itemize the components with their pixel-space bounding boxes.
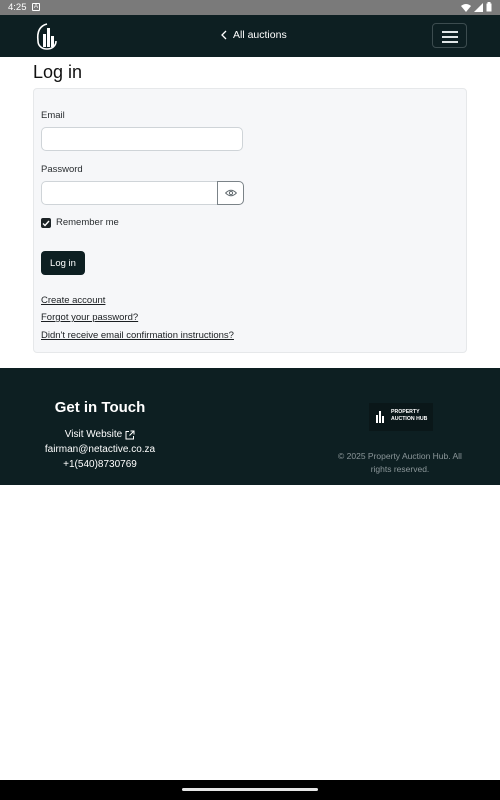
home-gesture-handle[interactable]: [182, 788, 318, 791]
footer-email[interactable]: fairman@netactive.co.za: [0, 444, 200, 455]
brand-line-2: AUCTION HUB: [391, 416, 428, 422]
brand-text: PROPERTY AUCTION HUB: [391, 409, 427, 423]
footer-heading: Get in Touch: [54, 399, 146, 416]
status-icons: [461, 2, 492, 12]
logo-icon: [376, 411, 384, 423]
brand-line-1: PROPERTY: [391, 409, 420, 415]
system-navigation-bar: [0, 780, 500, 800]
hamburger-icon-line: [442, 41, 458, 43]
copyright-text: © 2025 Property Auction Hub. All rights …: [330, 450, 470, 476]
copyright-line-1: © 2025 Property Auction Hub. All: [338, 451, 462, 461]
remember-me-label[interactable]: Remember me: [56, 217, 119, 228]
battery-icon: [486, 2, 492, 12]
remember-me-checkbox[interactable]: [41, 218, 51, 228]
notification-icon: A: [32, 3, 40, 11]
all-auctions-label: All auctions: [233, 29, 287, 41]
toggle-password-button[interactable]: [217, 181, 244, 205]
wifi-icon: [461, 3, 471, 12]
all-auctions-link[interactable]: All auctions: [221, 29, 287, 41]
checkmark-icon: [42, 220, 50, 227]
visit-website-link[interactable]: Visit Website: [0, 429, 200, 440]
email-field[interactable]: [41, 127, 243, 151]
visit-website-label: Visit Website: [64, 429, 123, 440]
footer-brand-logo: PROPERTY AUCTION HUB: [369, 403, 433, 431]
cellular-icon: [474, 2, 483, 12]
system-status-bar: 4:25 A: [0, 0, 500, 15]
eye-icon: [224, 189, 237, 197]
email-label: Email: [41, 110, 65, 121]
page-title: Log in: [33, 62, 83, 82]
hamburger-icon: [442, 31, 458, 33]
status-time: 4:25: [8, 2, 27, 13]
footer-phone[interactable]: +1(540)8730769: [0, 459, 200, 470]
confirmation-instructions-link[interactable]: Didn't receive email confirmation instru…: [41, 330, 234, 341]
menu-button[interactable]: [432, 23, 467, 48]
login-card: Email Password Remember me Log in Create…: [33, 88, 467, 353]
chevron-left-icon: [221, 30, 227, 40]
app-header: All auctions: [0, 15, 500, 57]
external-link-icon: [125, 430, 135, 439]
login-submit-button[interactable]: Log in: [41, 251, 85, 275]
password-label: Password: [41, 164, 83, 175]
logo-icon[interactable]: [34, 21, 60, 51]
password-field[interactable]: [41, 181, 218, 205]
copyright-line-2: rights reserved.: [370, 464, 430, 474]
create-account-link[interactable]: Create account: [41, 295, 105, 306]
forgot-password-link[interactable]: Forgot your password?: [41, 312, 138, 323]
hamburger-icon-line: [442, 36, 458, 38]
